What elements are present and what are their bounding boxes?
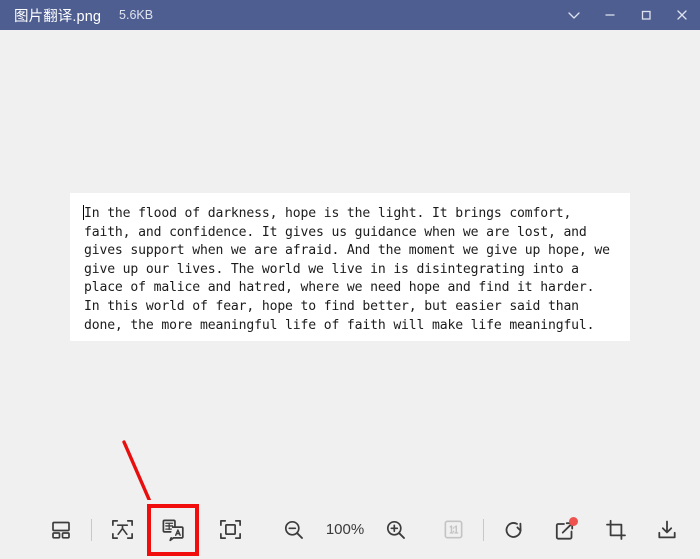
translate-button[interactable] [147, 503, 199, 556]
zoom-in-icon [386, 520, 405, 539]
zoom-out-icon [284, 520, 303, 539]
chevron-down-icon[interactable] [556, 0, 592, 30]
translate-icon [162, 519, 184, 542]
window-controls [556, 0, 700, 30]
close-icon[interactable] [664, 0, 700, 30]
edit-notification-badge [569, 516, 578, 526]
ocr-recognize-icon [111, 519, 133, 540]
title-bar: 图片翻译.png 5.6KB [0, 0, 700, 30]
crop-button[interactable] [595, 509, 637, 551]
edit-annotate-button[interactable] [544, 509, 586, 551]
translated-text-card: In the flood of darkness, hope is the li… [70, 193, 630, 341]
zoom-out-button[interactable] [273, 509, 315, 551]
actual-size-button[interactable] [432, 509, 474, 551]
zoom-level-label[interactable]: 100% [319, 521, 371, 538]
text-caret [83, 205, 84, 220]
toolbar-divider-2 [483, 518, 484, 541]
rotate-right-icon [505, 521, 522, 538]
download-icon [658, 520, 676, 538]
image-canvas[interactable]: In the flood of darkness, hope is the li… [0, 30, 700, 536]
ocr-recognize-button[interactable] [101, 509, 143, 551]
actual-size-icon [444, 520, 462, 539]
thumbnail-view-button[interactable] [40, 509, 82, 551]
rotate-right-button[interactable] [493, 509, 535, 551]
fit-to-screen-icon [219, 519, 241, 540]
minimize-icon[interactable] [592, 0, 628, 30]
document-body-text: In the flood of darkness, hope is the li… [84, 206, 610, 333]
fit-to-screen-button[interactable] [209, 509, 251, 551]
file-name-label: 图片翻译.png [14, 8, 102, 25]
download-button[interactable] [646, 509, 688, 551]
zoom-in-button[interactable] [375, 509, 417, 551]
crop-icon [606, 519, 626, 540]
file-size-label: 5.6KB [119, 8, 154, 22]
bottom-toolbar: 100% [0, 500, 700, 559]
toolbar-divider-1 [91, 518, 92, 541]
maximize-icon[interactable] [628, 0, 664, 30]
thumbnail-view-icon [52, 521, 70, 539]
